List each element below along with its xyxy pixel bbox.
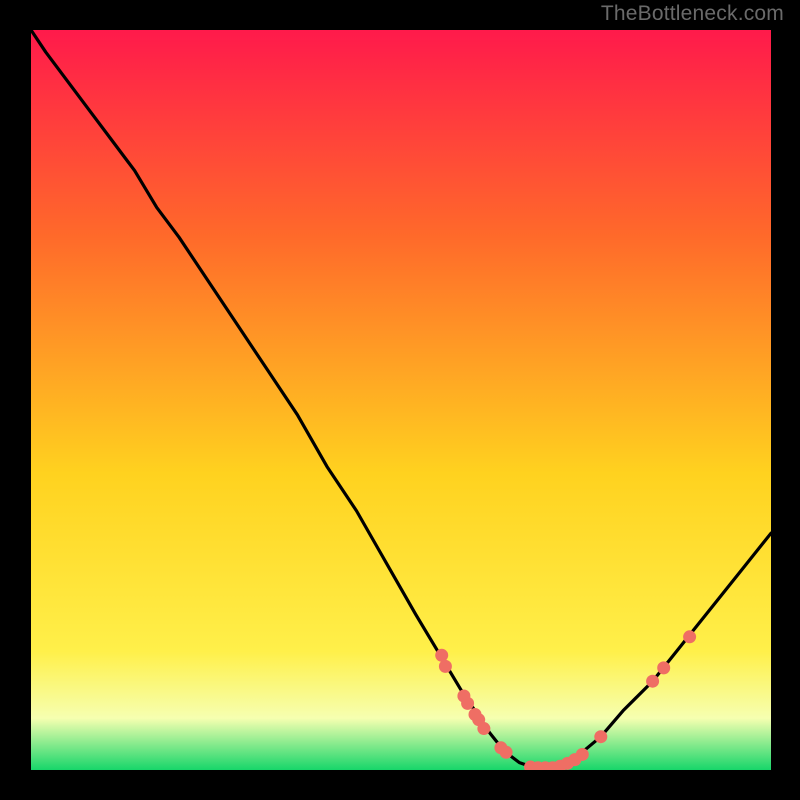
watermark-text: TheBottleneck.com bbox=[601, 2, 784, 26]
data-point bbox=[594, 730, 607, 743]
data-point bbox=[439, 660, 452, 673]
bottleneck-chart bbox=[31, 30, 771, 770]
plot-area bbox=[31, 30, 771, 770]
data-point bbox=[657, 661, 670, 674]
data-point bbox=[683, 630, 696, 643]
data-point bbox=[500, 746, 513, 759]
data-point bbox=[435, 649, 448, 662]
data-point bbox=[477, 722, 490, 735]
data-point bbox=[646, 675, 659, 688]
data-point bbox=[576, 748, 589, 761]
data-point bbox=[461, 697, 474, 710]
chart-frame: TheBottleneck.com bbox=[0, 0, 800, 800]
